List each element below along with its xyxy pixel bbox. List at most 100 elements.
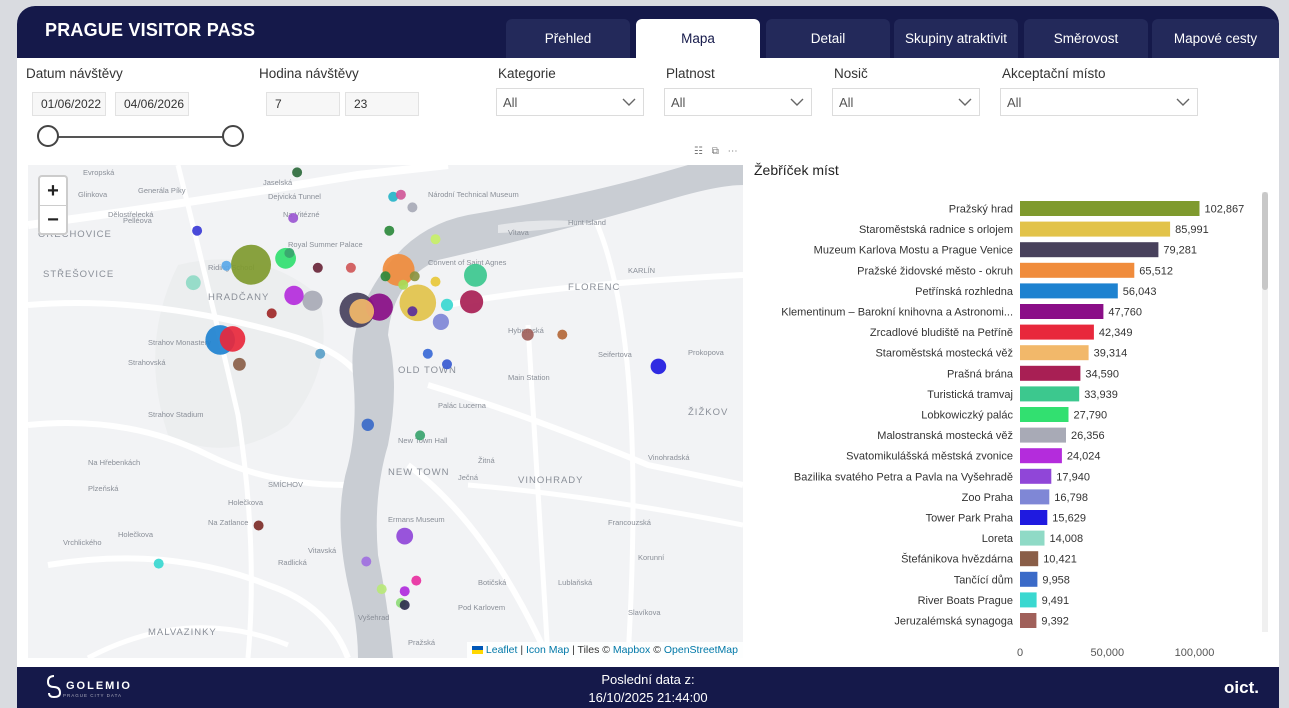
tab-smerovost[interactable]: Směrovost bbox=[1024, 19, 1148, 58]
date-to-input[interactable]: 04/06/2026 bbox=[115, 92, 189, 116]
bar[interactable] bbox=[1020, 262, 1135, 278]
bar[interactable] bbox=[1020, 571, 1038, 587]
bar[interactable] bbox=[1020, 551, 1039, 567]
map-point[interactable] bbox=[650, 358, 667, 375]
map-point[interactable] bbox=[380, 271, 391, 282]
map[interactable]: Evropská Glinkova Generála Píky Jaselská Dej… bbox=[28, 165, 743, 658]
bar[interactable] bbox=[1020, 221, 1171, 237]
bar[interactable] bbox=[1020, 324, 1094, 340]
map-point[interactable] bbox=[396, 527, 414, 545]
map-point[interactable] bbox=[185, 275, 201, 291]
bar-value-label: 33,939 bbox=[1084, 389, 1118, 401]
filter-icon[interactable]: ☷ bbox=[694, 146, 703, 157]
category-select[interactable]: All bbox=[496, 88, 644, 116]
map-point[interactable] bbox=[361, 556, 372, 567]
map-point[interactable] bbox=[266, 308, 277, 319]
map-point[interactable] bbox=[233, 357, 246, 371]
zoom-out-button[interactable]: − bbox=[40, 206, 66, 234]
acceptance-select[interactable]: All bbox=[1000, 88, 1198, 116]
map-point[interactable] bbox=[430, 276, 441, 287]
bar[interactable] bbox=[1020, 592, 1037, 608]
map-point[interactable] bbox=[292, 167, 303, 178]
map-point[interactable] bbox=[409, 271, 420, 282]
map-point[interactable] bbox=[398, 279, 409, 290]
bar[interactable] bbox=[1020, 489, 1050, 505]
map-point[interactable] bbox=[349, 298, 375, 324]
map-point[interactable] bbox=[382, 254, 415, 286]
map-point[interactable] bbox=[384, 225, 395, 236]
map-point[interactable] bbox=[376, 584, 387, 595]
bar[interactable] bbox=[1020, 304, 1104, 319]
map-point[interactable] bbox=[422, 348, 433, 359]
bar[interactable] bbox=[1020, 386, 1080, 402]
map-point[interactable] bbox=[231, 244, 271, 285]
bar[interactable] bbox=[1020, 510, 1048, 525]
chart-scrollbar-thumb[interactable] bbox=[1262, 192, 1268, 290]
map-point[interactable] bbox=[284, 248, 295, 258]
map-point[interactable] bbox=[153, 558, 164, 569]
map-point[interactable] bbox=[399, 600, 410, 610]
map-point[interactable] bbox=[395, 189, 406, 200]
bar[interactable] bbox=[1020, 448, 1062, 464]
expand-icon[interactable]: ⧉ bbox=[712, 146, 719, 157]
map-point[interactable] bbox=[432, 313, 449, 330]
validity-select[interactable]: All bbox=[664, 88, 812, 116]
bar[interactable] bbox=[1020, 365, 1081, 381]
bar[interactable] bbox=[1020, 345, 1089, 361]
tab-skupiny-atraktivit[interactable]: Skupiny atraktivit bbox=[894, 19, 1018, 58]
leaflet-link[interactable]: Leaflet bbox=[486, 644, 518, 656]
tab-detail[interactable]: Detail bbox=[766, 19, 890, 58]
tab-mapove-cesty[interactable]: Mapové cesty bbox=[1152, 19, 1279, 58]
bar[interactable] bbox=[1020, 407, 1069, 422]
bar[interactable] bbox=[1020, 613, 1037, 628]
map-point[interactable] bbox=[442, 359, 452, 370]
hour-to-input[interactable]: 23 bbox=[345, 92, 419, 116]
map-point[interactable] bbox=[345, 262, 356, 273]
map-point[interactable] bbox=[460, 290, 484, 314]
map-point[interactable] bbox=[284, 285, 304, 306]
zoom-in-button[interactable]: + bbox=[40, 177, 66, 206]
map-point[interactable] bbox=[521, 328, 534, 341]
map-point[interactable] bbox=[407, 306, 418, 317]
map-point[interactable] bbox=[361, 418, 374, 431]
map-point[interactable] bbox=[253, 520, 264, 531]
date-from-input[interactable]: 01/06/2022 bbox=[32, 92, 106, 116]
map-point[interactable] bbox=[192, 225, 203, 236]
osm-link[interactable]: OpenStreetMap bbox=[664, 644, 738, 656]
map-point[interactable] bbox=[312, 262, 323, 273]
map-point[interactable] bbox=[302, 290, 323, 311]
bar[interactable] bbox=[1020, 427, 1066, 443]
date-slider-track[interactable] bbox=[47, 136, 233, 138]
date-slider-start-handle[interactable] bbox=[37, 125, 59, 147]
map-point[interactable] bbox=[557, 329, 568, 340]
more-icon[interactable]: ⋯ bbox=[728, 146, 738, 157]
map-point[interactable] bbox=[315, 348, 326, 359]
bar[interactable] bbox=[1020, 283, 1118, 299]
map-point[interactable] bbox=[399, 586, 410, 597]
ranking-bar-chart[interactable]: Pražský hrad 102,867 Staroměstská radnice … bbox=[747, 191, 1262, 671]
hour-from-input[interactable]: 7 bbox=[266, 92, 340, 116]
map-point[interactable] bbox=[407, 202, 418, 213]
map-point[interactable] bbox=[440, 298, 454, 311]
bar[interactable] bbox=[1020, 242, 1159, 258]
bar[interactable] bbox=[1020, 201, 1200, 216]
map-point[interactable] bbox=[464, 263, 487, 287]
date-slider-end-handle[interactable] bbox=[222, 125, 244, 147]
map-canvas[interactable]: Evropská Glinkova Generála Píky Jaselská Dej… bbox=[28, 165, 743, 658]
chart-scrollbar[interactable] bbox=[1262, 192, 1268, 632]
iconmap-link[interactable]: Icon Map bbox=[526, 644, 569, 656]
map-label: Francouzská bbox=[608, 518, 652, 527]
map-point[interactable] bbox=[399, 284, 437, 322]
map-point[interactable] bbox=[221, 260, 232, 271]
map-point[interactable] bbox=[415, 430, 426, 441]
tab-mapa[interactable]: Mapa bbox=[636, 19, 760, 58]
bar[interactable] bbox=[1020, 530, 1045, 546]
mapbox-link[interactable]: Mapbox bbox=[613, 644, 650, 656]
map-point[interactable] bbox=[219, 326, 246, 352]
map-point[interactable] bbox=[430, 234, 441, 245]
bar[interactable] bbox=[1020, 468, 1052, 484]
carrier-select[interactable]: All bbox=[832, 88, 980, 116]
map-point[interactable] bbox=[288, 213, 299, 223]
map-point[interactable] bbox=[411, 575, 422, 586]
tab-prehled[interactable]: Přehled bbox=[506, 19, 630, 58]
